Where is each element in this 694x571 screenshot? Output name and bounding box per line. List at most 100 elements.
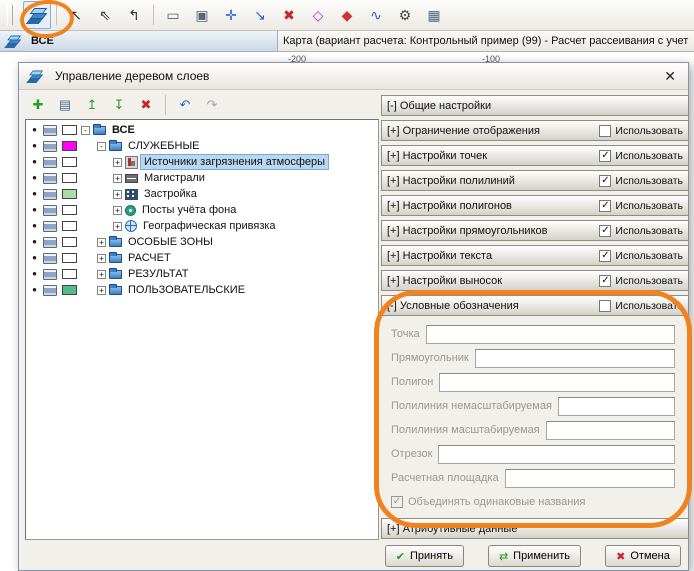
tree-row[interactable]: ● + Посты учёта фона xyxy=(26,202,378,218)
layer-label[interactable]: РЕЗУЛЬТАТ xyxy=(125,267,191,281)
expand-toggle-icon[interactable]: + xyxy=(113,222,122,231)
layer-label[interactable]: ОСОБЫЕ ЗОНЫ xyxy=(125,235,216,249)
merge-names-checkbox[interactable]: ✓ xyxy=(391,496,403,508)
settings-section-header[interactable]: [-] Условные обозначенияИспользовать xyxy=(381,295,689,316)
settings-section-header[interactable]: [+] Настройки прямоугольников✓Использова… xyxy=(381,220,689,241)
toolbar-grip[interactable] xyxy=(7,5,13,25)
scale-object-icon[interactable]: ↘ xyxy=(246,1,274,29)
expand-toggle-icon[interactable]: + xyxy=(113,174,122,183)
printer-icon[interactable] xyxy=(43,221,57,232)
tree-row[interactable]: ●+Источники загрязнения атмосферы xyxy=(26,154,378,170)
settings-section-header[interactable]: [+] Настройки выносок✓Использовать xyxy=(381,270,689,291)
printer-icon[interactable] xyxy=(43,189,57,200)
use-checkbox[interactable] xyxy=(599,300,611,312)
redo-icon[interactable]: ↷ xyxy=(200,93,224,117)
visibility-eye-icon[interactable]: ● xyxy=(29,222,40,230)
legend-field-input[interactable] xyxy=(438,445,675,464)
printer-icon[interactable] xyxy=(43,173,57,184)
printer-icon[interactable] xyxy=(43,157,57,168)
paste-object-icon[interactable]: ▣ xyxy=(188,1,216,29)
tree-row[interactable]: ● + РАСЧЕТ xyxy=(26,250,378,266)
undo-icon[interactable]: ↶ xyxy=(173,93,197,117)
polygon-tool-icon[interactable]: ◇ xyxy=(304,1,332,29)
expand-toggle-icon[interactable]: - xyxy=(97,142,106,151)
legend-field-input[interactable] xyxy=(505,469,675,488)
expand-toggle-icon[interactable]: - xyxy=(81,126,90,135)
layer-color-swatch[interactable] xyxy=(62,189,77,199)
tree-row[interactable]: ●-СЛУЖЕБНЫЕ xyxy=(26,138,378,154)
expand-toggle-icon[interactable]: + xyxy=(113,158,122,167)
use-checkbox[interactable]: ✓ xyxy=(599,150,611,162)
printer-icon[interactable] xyxy=(43,269,57,280)
move-layer-down-icon[interactable]: ↧ xyxy=(107,93,131,117)
move-layer-up-icon[interactable]: ↥ xyxy=(80,93,104,117)
legend-field-input[interactable] xyxy=(439,373,675,392)
layer-color-swatch[interactable] xyxy=(62,237,77,247)
tree-row[interactable]: ●-ВСЕ xyxy=(26,122,378,138)
use-checkbox[interactable] xyxy=(599,125,611,137)
select-segment-icon[interactable]: ↰ xyxy=(120,1,148,29)
expand-toggle-icon[interactable]: + xyxy=(113,190,122,199)
settings-section-header[interactable]: [+] Настройки полигонов✓Использовать xyxy=(381,195,689,216)
layer-manager-icon[interactable] xyxy=(23,1,51,29)
visibility-eye-icon[interactable]: ● xyxy=(29,206,40,214)
use-checkbox[interactable]: ✓ xyxy=(599,200,611,212)
visibility-eye-icon[interactable]: ● xyxy=(29,174,40,182)
layer-color-swatch[interactable] xyxy=(62,205,77,215)
settings-section-header[interactable]: [+] Атрибутивные данные xyxy=(381,518,689,539)
printer-icon[interactable] xyxy=(43,285,57,296)
layer-color-swatch[interactable] xyxy=(62,125,77,135)
expand-toggle-icon[interactable]: + xyxy=(113,206,122,215)
add-layer-icon[interactable]: ✚ xyxy=(26,93,50,117)
tree-row[interactable]: ●+РЕЗУЛЬТАТ xyxy=(26,266,378,282)
layer-label[interactable]: ВСЕ xyxy=(109,123,138,137)
use-checkbox[interactable]: ✓ xyxy=(599,250,611,262)
use-checkbox[interactable]: ✓ xyxy=(599,175,611,187)
layer-structure-icon[interactable]: ▤ xyxy=(53,93,77,117)
visibility-eye-icon[interactable]: ● xyxy=(29,254,40,262)
use-checkbox[interactable]: ✓ xyxy=(599,275,611,287)
settings-section-header[interactable]: [+] Настройки текста✓Использовать xyxy=(381,245,689,266)
legend-field-input[interactable] xyxy=(546,421,675,440)
tree-row[interactable]: ●+ОСОБЫЕ ЗОНЫ xyxy=(26,234,378,250)
cancel-button[interactable]: ✖Отмена xyxy=(605,545,681,567)
legend-field-input[interactable] xyxy=(475,349,675,368)
layer-label[interactable]: Географическая привязка xyxy=(140,219,279,233)
layer-color-swatch[interactable] xyxy=(62,221,77,231)
legend-field-input[interactable] xyxy=(558,397,675,416)
tree-row[interactable]: ●+Застройка xyxy=(26,186,378,202)
layer-label[interactable]: Магистрали xyxy=(141,171,208,185)
layer-color-swatch[interactable] xyxy=(62,253,77,263)
layer-color-swatch[interactable] xyxy=(62,157,77,167)
copy-object-icon[interactable]: ▭ xyxy=(159,1,187,29)
close-icon[interactable]: ✕ xyxy=(661,68,679,85)
expand-toggle-icon[interactable]: + xyxy=(97,238,106,247)
settings-section-header[interactable]: [+] Настройки точек✓Использовать xyxy=(381,145,689,166)
printer-icon[interactable] xyxy=(43,125,57,136)
use-checkbox[interactable]: ✓ xyxy=(599,225,611,237)
cursor-icon[interactable]: ↖ xyxy=(62,1,90,29)
layer-label[interactable]: Посты учёта фона xyxy=(139,203,239,217)
visibility-eye-icon[interactable]: ● xyxy=(29,286,40,294)
move-object-icon[interactable]: ✛ xyxy=(217,1,245,29)
region-tool-icon[interactable]: ◆ xyxy=(333,1,361,29)
expand-toggle-icon[interactable]: + xyxy=(97,286,106,295)
layer-label[interactable]: РАСЧЕТ xyxy=(125,251,174,265)
layer-label[interactable]: ПОЛЬЗОВАТЕЛЬСКИЕ xyxy=(125,283,248,297)
visibility-eye-icon[interactable]: ● xyxy=(29,270,40,278)
delete-object-icon[interactable]: ✖ xyxy=(275,1,303,29)
tree-row[interactable]: ● + Магистрали xyxy=(26,170,378,186)
legend-field-input[interactable] xyxy=(426,325,675,344)
settings-section-header[interactable]: [+] Ограничение отображенияИспользовать xyxy=(381,120,689,141)
printer-icon[interactable] xyxy=(43,205,57,216)
apply-button[interactable]: ⇄Применить xyxy=(488,545,581,567)
layer-label[interactable]: Источники загрязнения атмосферы xyxy=(141,155,328,169)
expand-toggle-icon[interactable]: + xyxy=(97,254,106,263)
layer-color-swatch[interactable] xyxy=(62,173,77,183)
layer-label[interactable]: СЛУЖЕБНЫЕ xyxy=(125,139,203,153)
delete-layer-icon[interactable]: ✖ xyxy=(134,93,158,117)
dialog-titlebar[interactable]: Управление деревом слоев ✕ xyxy=(19,63,688,90)
tree-row[interactable]: ● + ПОЛЬЗОВАТЕЛЬСКИЕ xyxy=(26,282,378,298)
settings-section-header[interactable]: [+] Настройки полилиний✓Использовать xyxy=(381,170,689,191)
layer-color-swatch[interactable] xyxy=(62,141,77,151)
